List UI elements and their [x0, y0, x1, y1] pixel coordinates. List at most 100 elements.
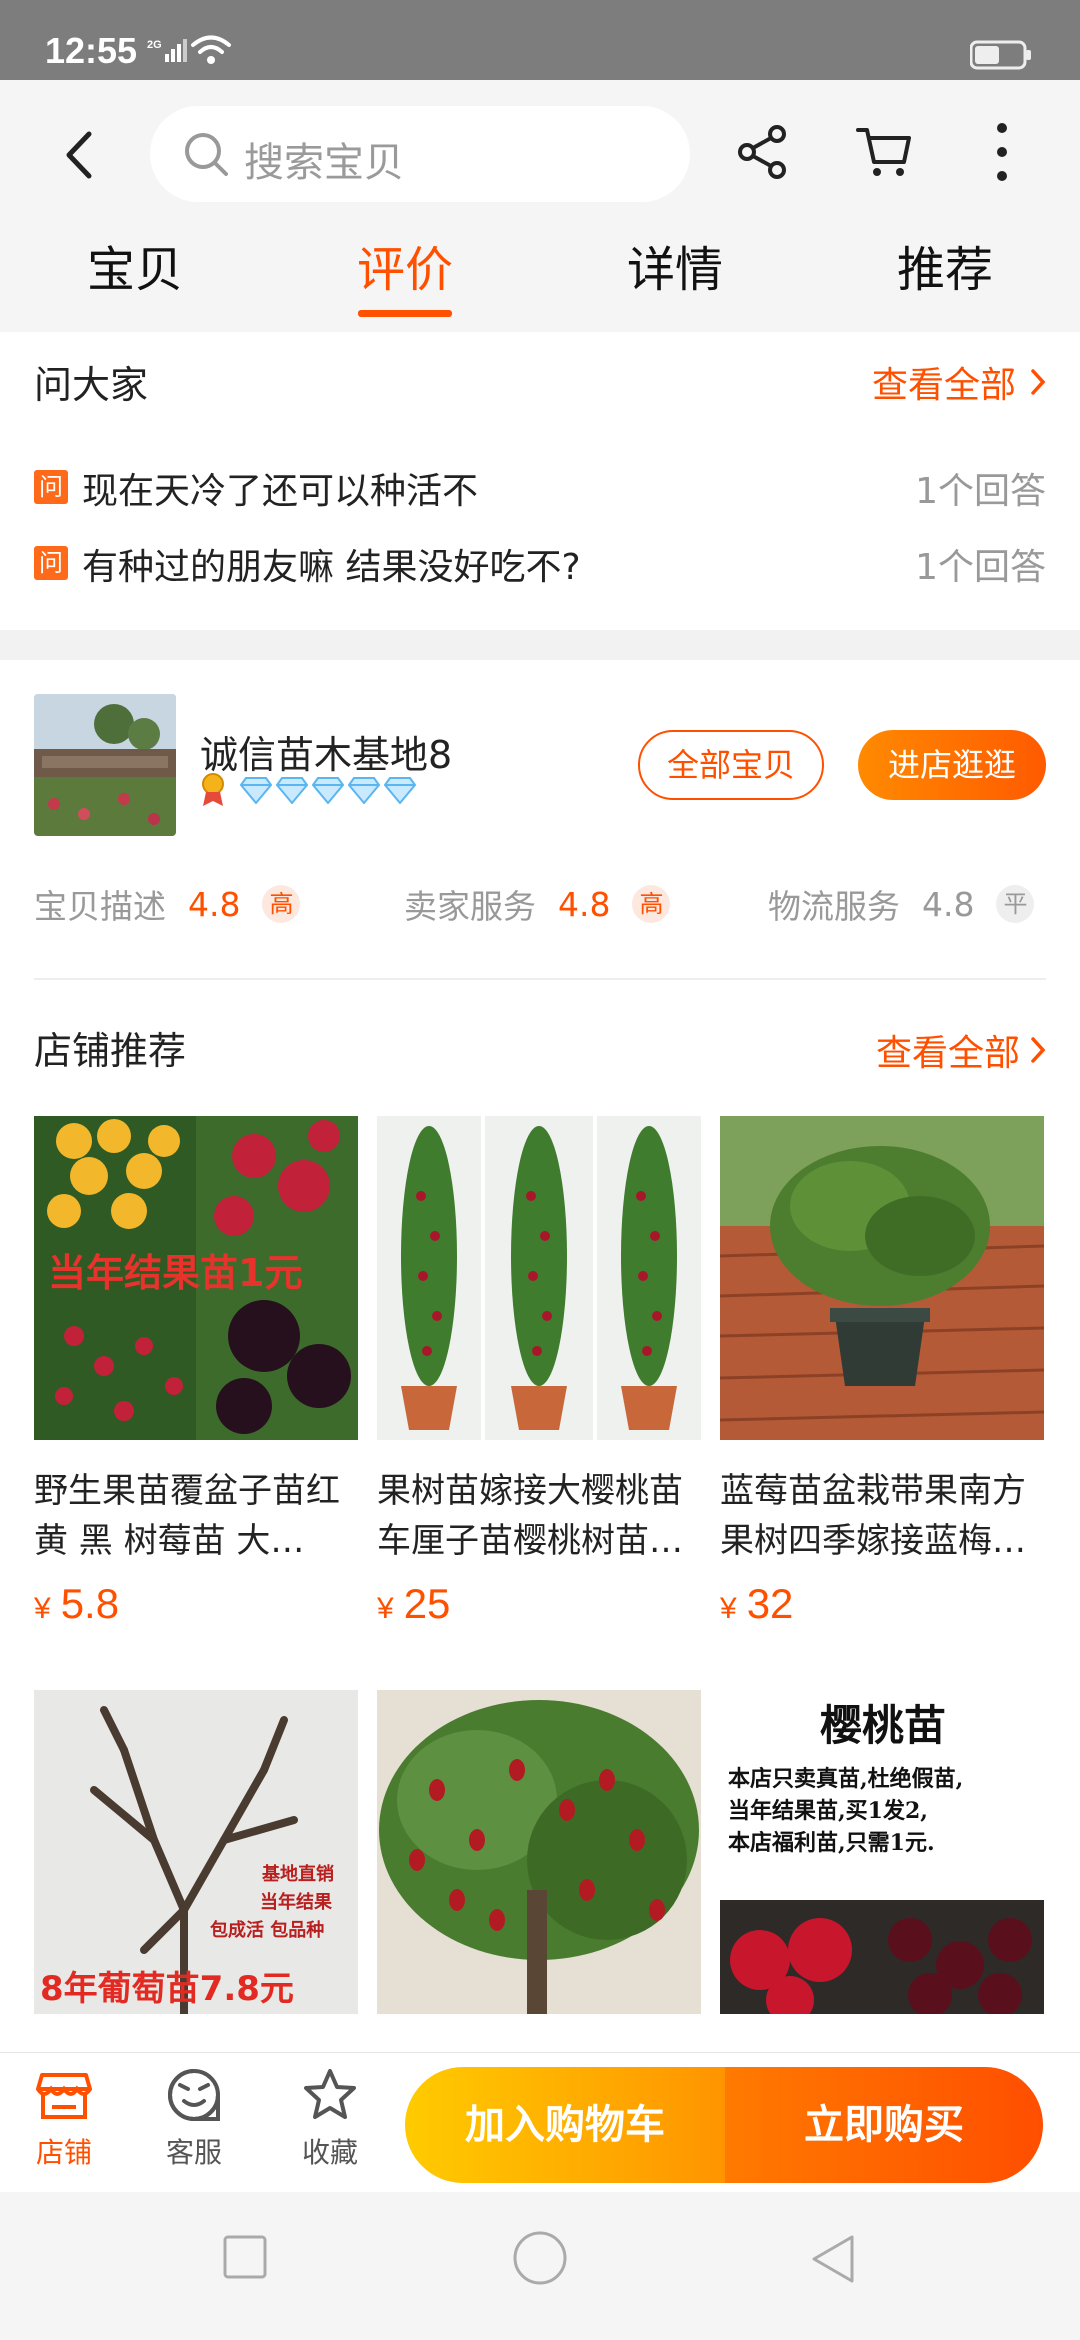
price-value: 25	[403, 1580, 451, 1627]
customer-service-label: 客服	[165, 2136, 222, 2169]
product-card[interactable]: 果树苗嫁接大樱桃苗车厘子苗樱桃树苗… ¥25	[377, 1116, 701, 1628]
product-image-text: 当年结果苗1元	[48, 1251, 302, 1295]
add-to-cart-button[interactable]: 加入购物车	[405, 2067, 725, 2183]
rating-level-badge: 高	[262, 885, 301, 923]
tab-details[interactable]: 详情	[575, 230, 775, 300]
ask-answer-count: 1个回答	[915, 547, 1046, 588]
ask-question-row[interactable]: 问 有种过的朋友嘛 结果没好吃不? 1个回答	[34, 538, 1046, 588]
shop-name[interactable]: 诚信苗木基地8	[200, 724, 452, 779]
product-card[interactable]: 当年结果苗1元 野生果苗覆盆子苗红 黄 黑 树莓苗 大… ¥5.8	[34, 1116, 358, 1628]
product-image: 基地直销 当年结果 包成活 包品种 8年葡萄苗7.8元	[34, 1690, 358, 2014]
circle-icon	[513, 2231, 567, 2285]
product-image	[377, 1116, 701, 1440]
ask-title: 问大家	[34, 363, 149, 407]
triangle-back-icon	[812, 2235, 854, 2283]
ask-badge: 问	[34, 470, 68, 504]
tab-recommend[interactable]: 推荐	[845, 230, 1045, 300]
back-button[interactable]	[56, 125, 100, 185]
more-button[interactable]	[990, 120, 1014, 184]
all-items-button[interactable]: 全部宝贝	[638, 730, 824, 800]
shop-logo[interactable]	[34, 694, 176, 836]
battery-icon	[969, 40, 1032, 74]
svg-text:2G: 2G	[147, 39, 162, 51]
product-image-text: 8年葡萄苗7.8元	[40, 1969, 294, 2009]
home-button[interactable]	[512, 2230, 568, 2290]
diamond-icon	[348, 777, 380, 804]
store-icon	[36, 2073, 92, 2119]
product-card[interactable]	[377, 1690, 701, 2014]
product-title: 果树苗嫁接大樱桃苗车厘子苗樱桃树苗…	[377, 1471, 683, 1561]
rating-label: 卖家服务	[404, 887, 536, 926]
chevron-right-icon	[1031, 369, 1046, 395]
search-placeholder: 搜索宝贝	[244, 140, 404, 186]
active-tab-indicator	[358, 310, 452, 317]
svg-text:当年结果: 当年结果	[260, 1891, 333, 1913]
cart-icon	[856, 128, 911, 176]
rating-score: 4.8	[922, 884, 975, 924]
favorite-label: 收藏	[301, 2136, 358, 2169]
medal-icon	[198, 772, 228, 812]
recent-apps-button[interactable]	[222, 2234, 268, 2284]
square-icon	[223, 2235, 267, 2279]
currency-symbol: ¥	[34, 1592, 51, 1625]
shop-nav-label: 店铺	[35, 2136, 92, 2169]
customer-service-button[interactable]: 客服	[144, 2067, 244, 2171]
shop-section: 诚信苗木基地8 全部宝贝 进店逛逛 宝贝描述 4.8 高 卖家服务 4.8 高 …	[0, 660, 1080, 2060]
cart-button[interactable]	[856, 124, 912, 180]
svg-text:本店福利苗,只需1元.: 本店福利苗,只需1元.	[728, 1830, 935, 1856]
rating-service: 卖家服务 4.8 高	[404, 880, 671, 928]
back-system-button[interactable]	[810, 2234, 856, 2288]
product-title: 蓝莓苗盆栽带果南方果树四季嫁接蓝梅…	[720, 1471, 1026, 1561]
product-card[interactable]: 樱桃苗 本店只卖真苗,杜绝假苗, 当年结果苗,买1发2, 本店福利苗,只需1元.	[720, 1690, 1044, 2014]
share-button[interactable]	[735, 124, 791, 180]
buy-now-button[interactable]: 立即购买	[725, 2067, 1043, 2183]
price-value: 32	[746, 1580, 794, 1627]
product-price: ¥25	[377, 1580, 701, 1628]
rating-score: 4.8	[558, 884, 611, 924]
shop-nav-button[interactable]: 店铺	[14, 2067, 114, 2171]
ask-see-all-link[interactable]: 查看全部	[872, 356, 1046, 408]
favorite-button[interactable]: 收藏	[280, 2067, 380, 2171]
signal-icon: 2G	[147, 36, 187, 70]
shop-recommend-title: 店铺推荐	[34, 1029, 187, 1073]
shop-ratings: 宝贝描述 4.8 高 卖家服务 4.8 高 物流服务 4.8 平	[0, 880, 1080, 940]
ask-question-text: 现在天冷了还可以种活不	[82, 471, 479, 512]
bottom-action-bar: 店铺 客服 收藏 加入购物车 立即购买	[0, 2052, 1080, 2192]
svg-text:当年结果苗,买1发2,: 当年结果苗,买1发2,	[728, 1798, 928, 1824]
product-image	[720, 1116, 1044, 1440]
ask-section: 问大家 查看全部 问 现在天冷了还可以种活不 1个回答 问 有种过的朋友嘛 结果…	[0, 332, 1080, 630]
ask-answer-count: 1个回答	[915, 471, 1046, 512]
diamond-icon	[312, 777, 344, 804]
ask-see-all-label: 查看全部	[871, 365, 1016, 406]
recommend-see-all-label: 查看全部	[875, 1033, 1020, 1074]
status-time: 12:55	[45, 30, 138, 71]
search-icon	[185, 133, 228, 176]
rating-score: 4.8	[188, 884, 241, 924]
svg-text:基地直销: 基地直销	[261, 1863, 334, 1885]
wifi-icon	[190, 34, 232, 70]
star-icon	[304, 2069, 356, 2119]
product-card[interactable]: 基地直销 当年结果 包成活 包品种 8年葡萄苗7.8元	[34, 1690, 358, 2014]
back-icon	[66, 131, 92, 179]
ask-question-row[interactable]: 问 现在天冷了还可以种活不 1个回答	[34, 462, 1046, 512]
diamond-icon	[276, 777, 308, 804]
rating-label: 物流服务	[768, 887, 900, 926]
visit-shop-button[interactable]: 进店逛逛	[858, 730, 1046, 800]
product-card[interactable]: 蓝莓苗盆栽带果南方果树四季嫁接蓝梅… ¥32	[720, 1116, 1044, 1628]
price-value: 5.8	[60, 1580, 120, 1627]
diamond-icon	[240, 777, 272, 804]
chevron-right-icon	[1031, 1037, 1046, 1063]
search-input[interactable]: 搜索宝贝	[150, 106, 690, 202]
product-image: 樱桃苗 本店只卖真苗,杜绝假苗, 当年结果苗,买1发2, 本店福利苗,只需1元.	[720, 1690, 1044, 2014]
tab-item[interactable]: 宝贝	[35, 230, 235, 300]
recommend-see-all-link[interactable]: 查看全部	[876, 1024, 1046, 1076]
svg-text:包成活 包品种: 包成活 包品种	[210, 1919, 324, 1941]
tab-bar: 宝贝 评价 详情 推荐	[0, 230, 1080, 330]
diamond-icon	[384, 777, 416, 804]
tab-reviews[interactable]: 评价	[305, 230, 505, 300]
rating-logistics: 物流服务 4.8 平	[768, 880, 1035, 928]
more-icon	[997, 123, 1007, 181]
product-price: ¥5.8	[34, 1580, 358, 1628]
shop-diamond-rating	[240, 776, 416, 804]
currency-symbol: ¥	[377, 1592, 394, 1625]
